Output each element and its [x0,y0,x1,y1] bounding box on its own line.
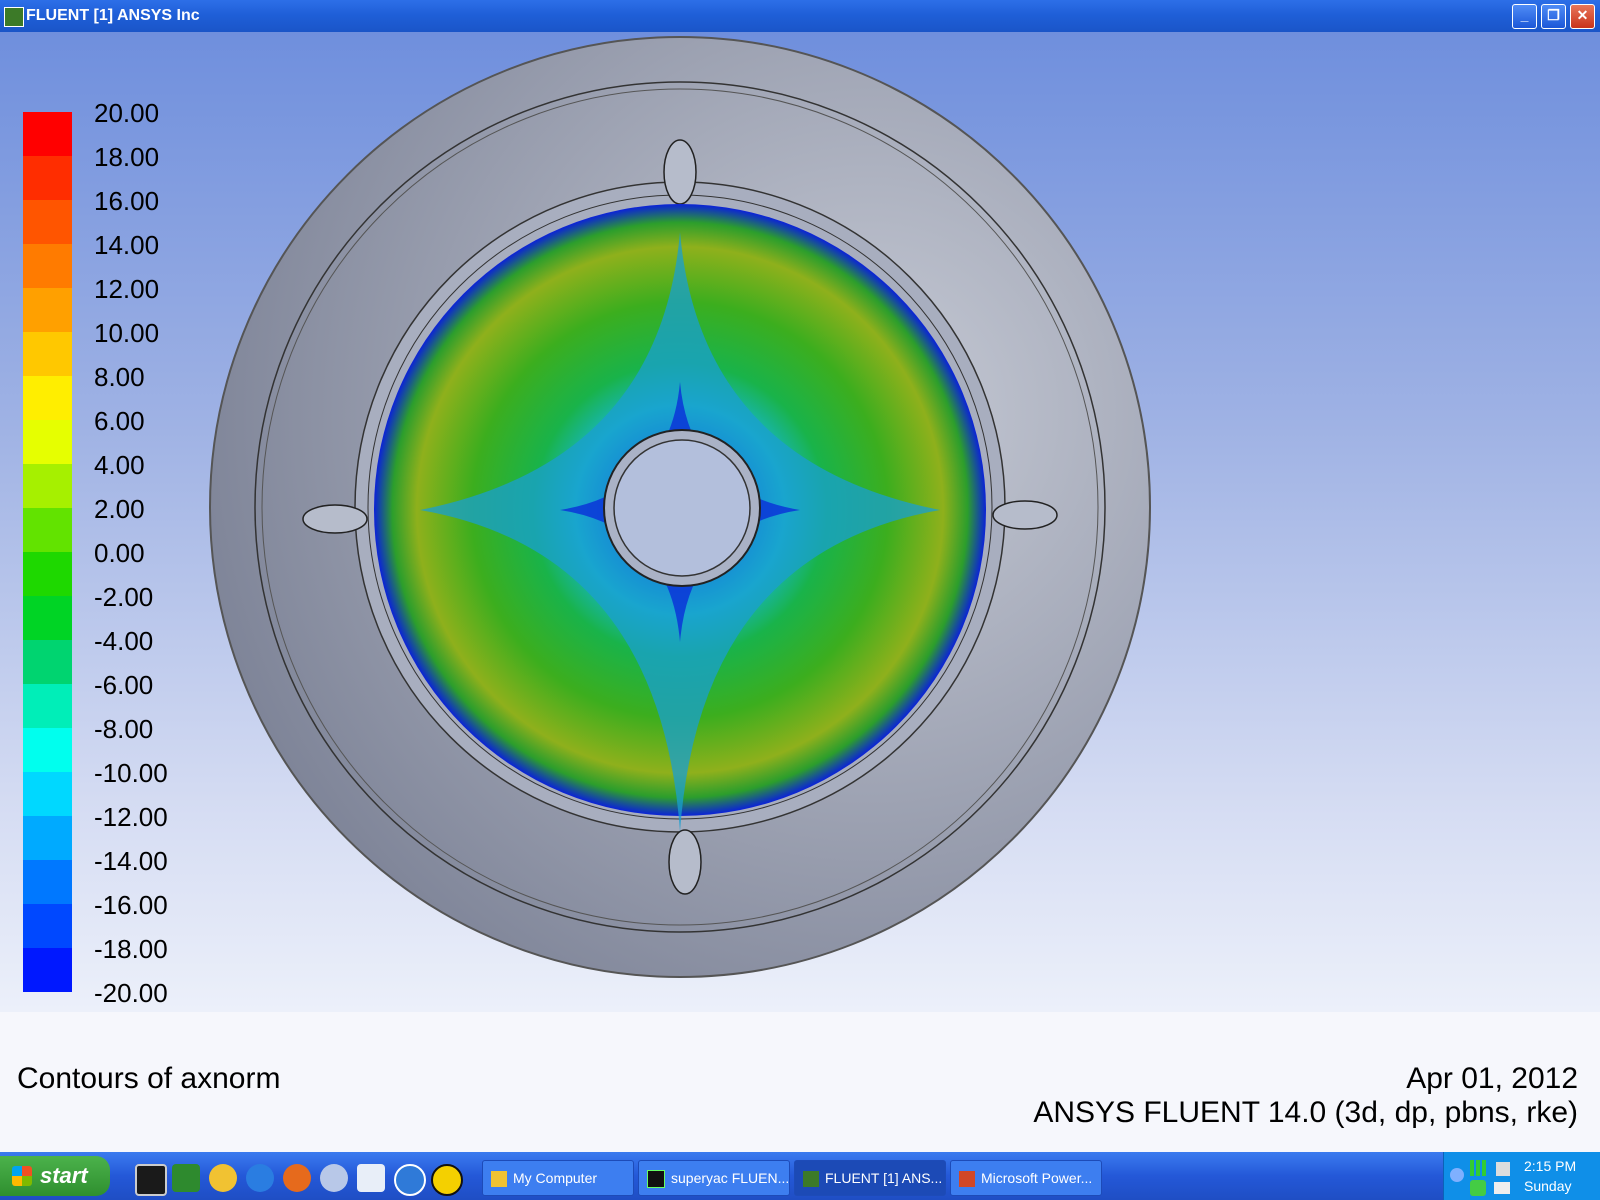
colorbar-label: -10.00 [94,758,168,788]
fluent-launcher-icon[interactable] [135,1164,167,1196]
colorbar-band [23,420,72,464]
colorbar-band [23,552,72,596]
speaker-icon[interactable] [1496,1162,1510,1176]
colorbar-label: 8.00 [94,362,145,392]
colorbar-label: -4.00 [94,626,154,656]
media-player-icon[interactable] [394,1164,426,1196]
colorbar-label: -14.00 [94,846,168,876]
colorbar-label: 20.00 [94,98,160,128]
colorbar-label: 6.00 [94,406,145,436]
system-tray: 2:15 PM Sunday [1443,1152,1600,1200]
network-signal-icon[interactable] [1470,1160,1490,1176]
colorbar-band [23,288,72,332]
colorbar-band [23,728,72,772]
colorbar-band [23,684,72,728]
fluent-window-icon [647,1170,665,1189]
firefox-icon[interactable] [283,1164,311,1192]
tray-expand-icon[interactable] [1450,1168,1464,1182]
task-microsoft-powerpoint[interactable]: Microsoft Power... [950,1160,1102,1196]
colorbar-label: -12.00 [94,802,168,832]
colorbar-band [23,112,72,156]
colorbar-band [23,244,72,288]
colorbar-band [23,156,72,200]
strut-left [302,504,368,534]
colorbar-label: 0.00 [94,538,145,568]
colorbar-label: 10.00 [94,318,160,348]
folder-icon[interactable] [209,1164,237,1192]
colorbar-label: 18.00 [94,142,160,172]
internet-explorer-icon[interactable] [246,1164,274,1192]
fluent-app-icon [4,7,24,27]
colorbar-label: -6.00 [94,670,154,700]
plot-date: Apr 01, 2012 [1406,1062,1578,1095]
colorbar-label: -2.00 [94,582,154,612]
solver-version: ANSYS FLUENT 14.0 (3d, dp, pbns, rke) [1033,1096,1578,1129]
colorbar-label: 2.00 [94,494,145,524]
maximize-button[interactable]: ❐ [1541,4,1566,29]
clock-time[interactable]: 2:15 PM [1524,1158,1576,1174]
colorbar-band [23,332,72,376]
window-titlebar[interactable]: FLUENT [1] ANSYS Inc _ ❐ ✕ [0,0,1600,32]
fluent-app-icon [803,1171,819,1188]
windows-flag-icon [12,1166,32,1186]
colorbar-band [23,464,72,508]
minimize-button[interactable]: _ [1512,4,1537,29]
start-button[interactable]: start [0,1156,110,1196]
colorbar-band [23,948,72,992]
powerpoint-icon [959,1171,975,1188]
colorbar-band [23,816,72,860]
strut-right [992,500,1058,530]
colorbar-band [23,376,72,420]
colorbar-band [23,904,72,948]
colorbar-band [23,508,72,552]
colorbar-label: 12.00 [94,274,160,304]
strut-top [663,139,697,205]
notes-icon[interactable] [357,1164,385,1192]
close-button[interactable]: ✕ [1570,4,1595,29]
strut-bottom [668,829,702,895]
colorbar-band [23,596,72,640]
task-superyac-fluent[interactable]: superyac FLUEN... [638,1160,790,1196]
colorbar-band [23,200,72,244]
task-fluent-ansys[interactable]: FLUENT [1] ANS... [794,1160,946,1196]
plot-info-strip: Contours of axnorm Apr 01, 2012 ANSYS FL… [0,1012,1600,1152]
colorbar-band [23,640,72,684]
clock-day: Sunday [1524,1178,1572,1194]
taskbar: start My Computer superyac FLUEN... FLUE… [0,1152,1600,1200]
colorbar-label: 14.00 [94,230,160,260]
aim-icon[interactable] [431,1164,463,1196]
colorbar-label: -18.00 [94,934,168,964]
contour-geometry [209,36,1151,978]
security-shield-icon[interactable] [1470,1180,1486,1196]
window-title: FLUENT [1] ANSYS Inc [26,7,200,24]
colorbar-label: 16.00 [94,186,160,216]
colorbar-label: -16.00 [94,890,168,920]
folder-icon [491,1171,507,1188]
colorbar-labels: 20.00 18.00 16.00 14.00 12.00 10.00 8.00 6.00 4.… [94,98,168,1022]
hub [613,439,751,577]
gambit-icon[interactable] [172,1164,200,1192]
task-my-computer[interactable]: My Computer [482,1160,634,1196]
colorbar-label: -8.00 [94,714,154,744]
plot-caption: Contours of axnorm [17,1062,281,1095]
colorbar-label: 4.00 [94,450,145,480]
colorbar-band [23,860,72,904]
colorbar-band [23,772,72,816]
network-computer-icon[interactable] [1494,1182,1510,1194]
colorbar [23,112,72,992]
graphics-viewport[interactable]: 20.00 18.00 16.00 14.00 12.00 10.00 8.00 6.00 4.… [0,32,1600,1012]
mail-icon[interactable] [320,1164,348,1192]
